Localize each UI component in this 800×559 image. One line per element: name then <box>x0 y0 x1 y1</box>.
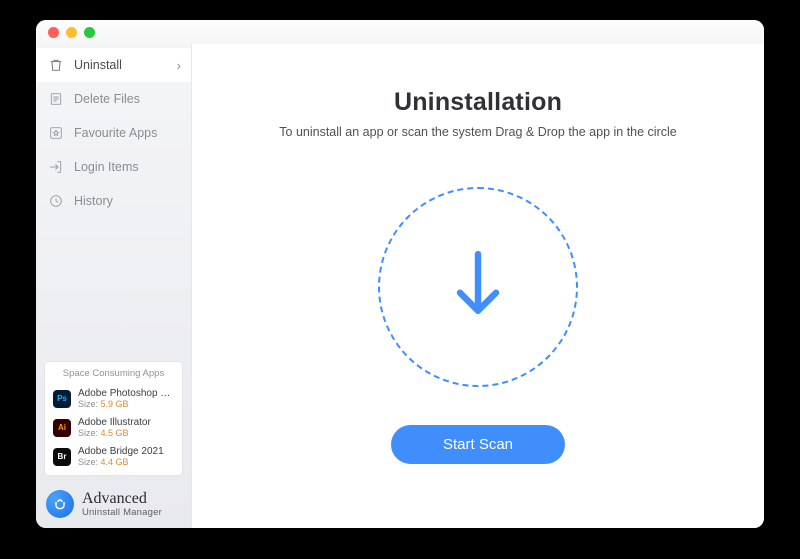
sidebar-item-history[interactable]: History <box>36 184 191 218</box>
space-app-row[interactable]: Ps Adobe Photoshop 2… Size: 5.9 GB <box>53 384 174 413</box>
sidebar-item-label: Favourite Apps <box>74 126 157 140</box>
clock-icon <box>48 193 64 209</box>
app-window: Uninstall › Delete Files Favourite Apps <box>36 20 764 528</box>
space-app-size: Size: 5.9 GB <box>78 399 174 409</box>
sidebar: Uninstall › Delete Files Favourite Apps <box>36 44 192 528</box>
brand-footer: Advanced Uninstall Manager <box>36 482 191 528</box>
start-scan-button[interactable]: Start Scan <box>391 425 565 464</box>
login-icon <box>48 159 64 175</box>
space-app-name: Adobe Photoshop 2… <box>78 388 174 399</box>
chevron-right-icon: › <box>177 58 181 73</box>
sidebar-item-login-items[interactable]: Login Items <box>36 150 191 184</box>
sidebar-item-favourite-apps[interactable]: Favourite Apps <box>36 116 191 150</box>
sidebar-item-label: Login Items <box>74 160 139 174</box>
space-card-title: Space Consuming Apps <box>53 368 174 379</box>
sidebar-item-uninstall[interactable]: Uninstall › <box>36 48 191 82</box>
main-panel: Uninstallation To uninstall an app or sc… <box>192 44 764 528</box>
window-minimize-icon[interactable] <box>66 27 77 38</box>
star-box-icon <box>48 125 64 141</box>
app-badge-icon: Br <box>53 448 71 466</box>
page-title: Uninstallation <box>394 88 562 117</box>
arrow-down-icon <box>451 249 505 326</box>
brand-name: Advanced <box>82 491 162 507</box>
space-app-name: Adobe Bridge 2021 <box>78 446 164 457</box>
window-titlebar <box>36 20 764 44</box>
brand-tagline: Uninstall Manager <box>82 507 162 518</box>
files-icon <box>48 91 64 107</box>
window-close-icon[interactable] <box>48 27 59 38</box>
space-app-size: Size: 4.4 GB <box>78 457 164 467</box>
brand-logo-icon <box>46 490 74 518</box>
space-consuming-apps-card: Space Consuming Apps Ps Adobe Photoshop … <box>44 361 183 476</box>
space-app-row[interactable]: Ai Adobe Illustrator Size: 4.5 GB <box>53 413 174 442</box>
sidebar-nav: Uninstall › Delete Files Favourite Apps <box>36 44 191 218</box>
app-badge-icon: Ps <box>53 390 71 408</box>
window-zoom-icon[interactable] <box>84 27 95 38</box>
sidebar-item-label: Uninstall <box>74 58 122 72</box>
trash-icon <box>48 57 64 73</box>
drop-zone[interactable] <box>378 187 578 387</box>
space-app-size: Size: 4.5 GB <box>78 428 151 438</box>
space-app-row[interactable]: Br Adobe Bridge 2021 Size: 4.4 GB <box>53 442 174 471</box>
space-app-name: Adobe Illustrator <box>78 417 151 428</box>
sidebar-item-delete-files[interactable]: Delete Files <box>36 82 191 116</box>
app-badge-icon: Ai <box>53 419 71 437</box>
sidebar-item-label: History <box>74 194 113 208</box>
sidebar-item-label: Delete Files <box>74 92 140 106</box>
page-subtitle: To uninstall an app or scan the system D… <box>279 125 676 139</box>
